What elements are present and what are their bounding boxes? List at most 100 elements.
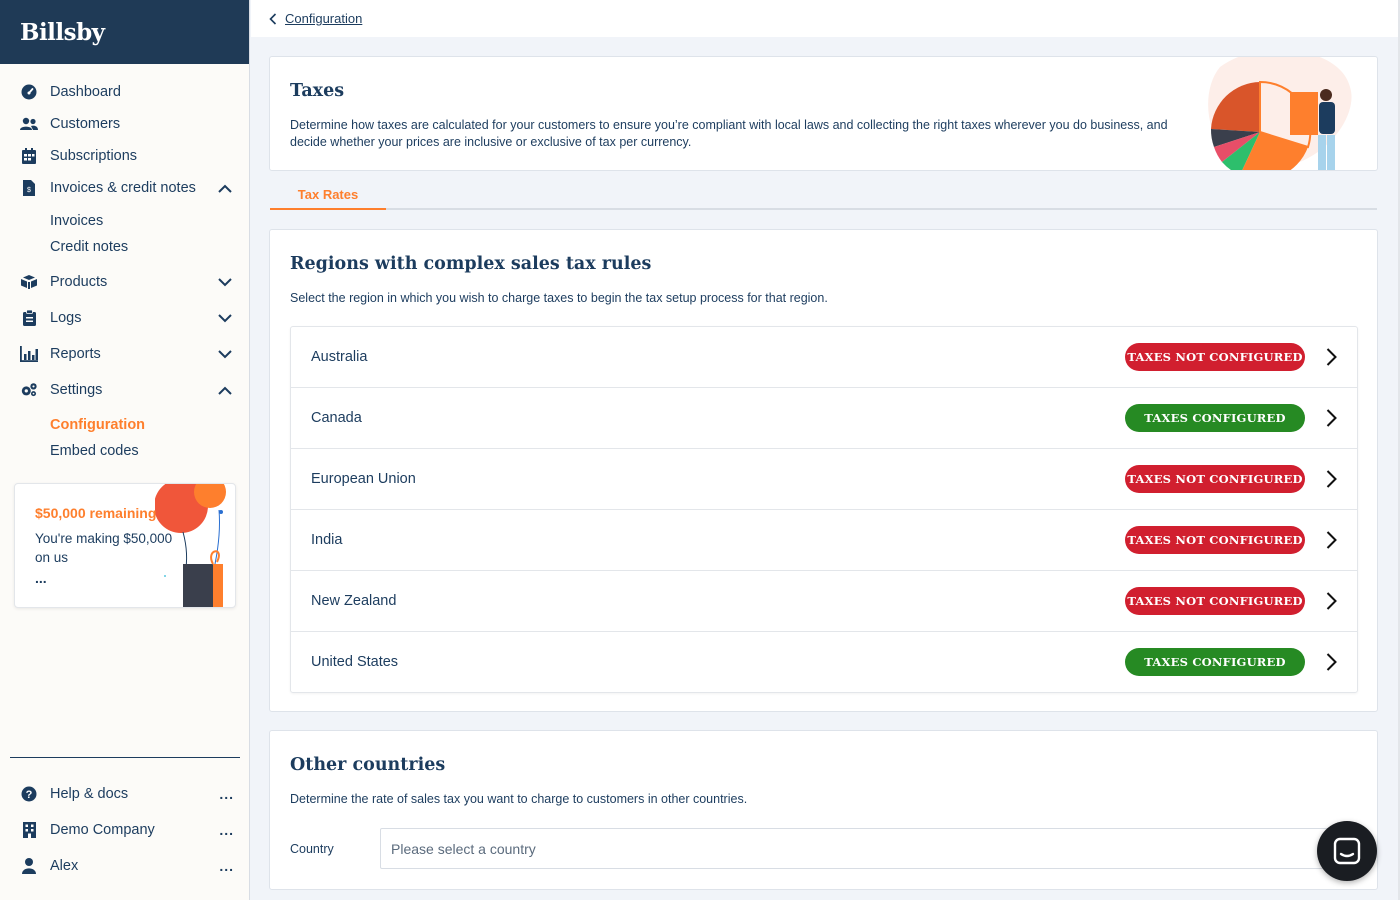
chevron-left-icon <box>269 12 277 25</box>
sidebar-bottom-nav: ? Help & docs ... Demo Company ... Alex … <box>0 776 250 884</box>
sidebar-item-help-docs[interactable]: ? Help & docs ... <box>0 776 250 812</box>
sidebar-item-label: Settings <box>50 382 103 398</box>
tab-tax-rates[interactable]: Tax Rates <box>270 180 386 210</box>
promo-text: You're making $50,000 on us <box>35 531 173 565</box>
speedometer-icon <box>20 83 38 101</box>
chevron-right-icon[interactable] <box>1305 571 1357 631</box>
chevron-down-icon[interactable] <box>217 346 233 362</box>
calendar-icon <box>20 147 38 165</box>
taxes-description: Determine how taxes are calculated for y… <box>290 118 1168 149</box>
regions-title: Regions with complex sales tax rules <box>290 254 652 274</box>
sidebar-item-customers[interactable]: Customers <box>0 108 249 140</box>
status-badge: TAXES NOT CONFIGURED <box>1125 526 1305 554</box>
other-countries-description: Determine the rate of sales tax you want… <box>290 792 748 806</box>
sidebar-subitem-credit-notes[interactable]: Credit notes <box>0 234 249 260</box>
sidebar-item-label: Subscriptions <box>50 148 138 164</box>
boxes-icon <box>20 273 38 291</box>
chat-icon <box>1333 837 1361 865</box>
region-row-european-union[interactable]: European Union TAXES NOT CONFIGURED <box>291 449 1357 510</box>
user-icon <box>20 857 38 875</box>
sidebar-item-label: Help & docs <box>50 786 129 802</box>
sidebar-item-settings[interactable]: Settings <box>0 372 249 408</box>
sidebar-item-label: Dashboard <box>50 84 121 100</box>
region-list: Australia TAXES NOT CONFIGURED Canada TA… <box>290 326 1358 693</box>
status-badge: TAXES CONFIGURED <box>1125 404 1305 432</box>
sidebar-item-reports[interactable]: Reports <box>0 336 249 372</box>
sidebar-item-label: Reports <box>50 346 101 362</box>
page-title: Taxes <box>290 81 345 101</box>
region-name: New Zealand <box>311 593 397 609</box>
taxes-intro-card: Taxes Determine how taxes are calculated… <box>269 56 1378 171</box>
help-icon: ? <box>20 785 38 803</box>
region-row-united-states[interactable]: United States TAXES CONFIGURED <box>291 632 1357 692</box>
top-bar: Configuration <box>251 0 1398 37</box>
sidebar-item-label: Invoices & credit notes <box>50 180 196 196</box>
svg-text:?: ? <box>26 789 33 801</box>
region-name: India <box>311 532 343 548</box>
region-name: Australia <box>311 349 368 365</box>
more-menu-icon[interactable]: ... <box>219 786 234 802</box>
promo-card[interactable]: $50,000 remaining You're making $50,000 … <box>14 483 236 608</box>
sidebar-item-label: Alex <box>50 858 79 874</box>
promo-more[interactable]: ... <box>35 570 47 586</box>
region-row-new-zealand[interactable]: New Zealand TAXES NOT CONFIGURED <box>291 571 1357 632</box>
chevron-down-icon[interactable] <box>217 274 233 290</box>
sidebar-item-products[interactable]: Products <box>0 264 249 300</box>
gears-icon <box>20 381 38 399</box>
chevron-right-icon[interactable] <box>1305 388 1357 448</box>
breadcrumb-label: Configuration <box>285 11 363 26</box>
sidebar-item-user[interactable]: Alex ... <box>0 848 250 884</box>
chevron-down-icon[interactable] <box>217 310 233 326</box>
sidebar-subitem-invoices[interactable]: Invoices <box>0 208 249 234</box>
status-badge: TAXES CONFIGURED <box>1125 648 1305 676</box>
status-badge: TAXES NOT CONFIGURED <box>1125 587 1305 615</box>
chevron-right-icon[interactable] <box>1305 632 1357 692</box>
status-badge: TAXES NOT CONFIGURED <box>1125 465 1305 493</box>
sidebar-item-label: Products <box>50 274 108 290</box>
region-row-canada[interactable]: Canada TAXES CONFIGURED <box>291 388 1357 449</box>
tax-pie-illustration <box>1208 57 1352 170</box>
breadcrumb-back-link[interactable]: Configuration <box>269 11 362 26</box>
chevron-right-icon[interactable] <box>1305 449 1357 509</box>
more-menu-icon[interactable]: ... <box>219 858 234 874</box>
regions-card: Regions with complex sales tax rules Sel… <box>269 229 1378 712</box>
clipboard-icon <box>20 309 38 327</box>
logo-bar: Billsby <box>0 0 249 64</box>
sidebar-item-invoices-credit-notes[interactable]: $ Invoices & credit notes <box>0 172 249 204</box>
sidebar-item-label: Demo Company <box>50 822 155 838</box>
building-icon <box>20 821 38 839</box>
sidebar-item-demo-company[interactable]: Demo Company ... <box>0 812 250 848</box>
sidebar-item-subscriptions[interactable]: Subscriptions <box>0 140 249 172</box>
other-countries-title: Other countries <box>290 755 446 775</box>
sidebar-divider <box>10 757 240 758</box>
chevron-right-icon[interactable] <box>1305 327 1357 387</box>
sidebar-item-dashboard[interactable]: Dashboard <box>0 76 249 108</box>
sidebar-item-label: Logs <box>50 310 82 326</box>
chevron-right-icon[interactable] <box>1305 510 1357 570</box>
tabs: Tax Rates <box>270 180 1377 210</box>
promo-title: $50,000 remaining <box>35 505 157 521</box>
region-name: Canada <box>311 410 362 426</box>
other-countries-card: Other countries Determine the rate of sa… <box>269 730 1378 890</box>
sidebar: Billsby Dashboard Customers Subscription… <box>0 0 250 900</box>
more-menu-icon[interactable]: ... <box>219 822 234 838</box>
users-icon <box>20 115 38 133</box>
region-name: European Union <box>311 471 416 487</box>
invoice-icon: $ <box>20 179 38 197</box>
chart-icon <box>20 345 38 363</box>
region-row-australia[interactable]: Australia TAXES NOT CONFIGURED <box>291 327 1357 388</box>
region-row-india[interactable]: India TAXES NOT CONFIGURED <box>291 510 1357 571</box>
sidebar-subitem-configuration[interactable]: Configuration <box>0 412 249 438</box>
main-nav: Dashboard Customers Subscriptions $ Invo… <box>0 64 249 464</box>
country-select-input[interactable] <box>380 828 1355 869</box>
region-name: United States <box>311 654 399 670</box>
svg-text:$: $ <box>27 187 31 194</box>
chevron-up-icon[interactable] <box>217 180 233 196</box>
sidebar-item-logs[interactable]: Logs <box>0 300 249 336</box>
sidebar-subitem-embed-codes[interactable]: Embed codes <box>0 438 249 464</box>
chat-launcher-button[interactable] <box>1317 821 1377 881</box>
sidebar-item-label: Customers <box>50 116 121 132</box>
chevron-up-icon[interactable] <box>217 382 233 398</box>
country-label: Country <box>290 842 334 856</box>
billsby-logo[interactable]: Billsby <box>20 19 105 46</box>
